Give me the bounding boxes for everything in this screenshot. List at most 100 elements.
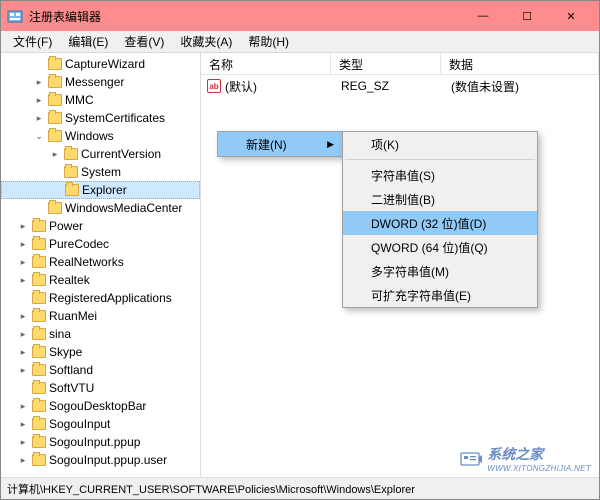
context-menu-primary: 新建(N) ▶ bbox=[217, 131, 343, 157]
list-header: 名称 类型 数据 bbox=[201, 53, 599, 75]
tree-label: SogouInput.ppup.user bbox=[49, 453, 167, 467]
ctx-new-string[interactable]: 字符串值(S) bbox=[343, 163, 537, 187]
ctx-new-qword[interactable]: QWORD (64 位)值(Q) bbox=[343, 235, 537, 259]
tree-item[interactable]: ▸ SogouInput.ppup bbox=[1, 433, 200, 451]
expand-icon[interactable]: ▸ bbox=[17, 365, 29, 376]
tree-item[interactable]: ▸ Skype bbox=[1, 343, 200, 361]
ctx-new-dword[interactable]: DWORD (32 位)值(D) bbox=[343, 211, 537, 235]
minimize-button[interactable]: — bbox=[461, 1, 505, 31]
folder-icon bbox=[32, 400, 46, 412]
expand-icon[interactable]: ▸ bbox=[17, 347, 29, 358]
tree-item[interactable]: System bbox=[1, 163, 200, 181]
tree-item[interactable]: ▸sina bbox=[1, 325, 200, 343]
expand-icon[interactable]: ▸ bbox=[17, 275, 29, 286]
folder-icon bbox=[64, 166, 78, 178]
expand-icon[interactable]: ▸ bbox=[33, 113, 45, 124]
tree-label: Power bbox=[49, 219, 83, 233]
folder-icon bbox=[32, 418, 46, 430]
tree-item[interactable]: WindowsMediaCenter bbox=[1, 199, 200, 217]
folder-icon bbox=[32, 238, 46, 250]
expand-icon[interactable]: ▸ bbox=[33, 77, 45, 88]
folder-icon bbox=[32, 346, 46, 358]
folder-icon bbox=[32, 220, 46, 232]
registry-editor-window: 注册表编辑器 — ☐ ✕ 文件(F) 编辑(E) 查看(V) 收藏夹(A) 帮助… bbox=[0, 0, 600, 500]
expand-icon[interactable]: ▸ bbox=[17, 257, 29, 268]
ctx-new[interactable]: 新建(N) ▶ bbox=[218, 132, 342, 156]
folder-icon bbox=[64, 148, 78, 160]
folder-icon bbox=[32, 364, 46, 376]
tree-label: SogouDesktopBar bbox=[49, 399, 146, 413]
menu-edit[interactable]: 编辑(E) bbox=[60, 31, 116, 52]
expand-icon[interactable]: ▸ bbox=[17, 401, 29, 412]
folder-icon bbox=[32, 328, 46, 340]
expand-icon[interactable]: ▸ bbox=[17, 221, 29, 232]
app-icon bbox=[7, 8, 23, 24]
tree-item[interactable]: RegisteredApplications bbox=[1, 289, 200, 307]
expand-icon[interactable]: ▸ bbox=[17, 455, 29, 466]
tree-label: Skype bbox=[49, 345, 82, 359]
status-path: 计算机\HKEY_CURRENT_USER\SOFTWARE\Policies\… bbox=[7, 481, 415, 497]
tree-item[interactable]: ▸ Realtek bbox=[1, 271, 200, 289]
menu-favorites[interactable]: 收藏夹(A) bbox=[172, 31, 240, 52]
ctx-new-label: 新建(N) bbox=[246, 136, 287, 153]
tree-item[interactable]: Explorer bbox=[1, 181, 200, 199]
expand-icon[interactable]: ▸ bbox=[17, 239, 29, 250]
expand-icon[interactable]: ▸ bbox=[33, 95, 45, 106]
expand-icon[interactable]: ▸ bbox=[49, 149, 61, 160]
tree-label: SogouInput bbox=[49, 417, 110, 431]
tree-label: PureCodec bbox=[49, 237, 109, 251]
tree-item[interactable]: ▸ Softland bbox=[1, 361, 200, 379]
tree-label: RegisteredApplications bbox=[49, 291, 172, 305]
tree-item[interactable]: ▸ Power bbox=[1, 217, 200, 235]
folder-icon bbox=[65, 184, 79, 196]
tree-panel[interactable]: CaptureWizard ▸Messenger▸MMC▸SystemCertif… bbox=[1, 53, 201, 477]
tree-label: Explorer bbox=[82, 183, 127, 197]
tree-item[interactable]: ▸ PureCodec bbox=[1, 235, 200, 253]
folder-icon bbox=[32, 454, 46, 466]
tree-item[interactable]: ▸CurrentVersion bbox=[1, 145, 200, 163]
tree-label: RealNetworks bbox=[49, 255, 124, 269]
tree-item[interactable]: ▸ SogouInput.ppup.user bbox=[1, 451, 200, 469]
statusbar: 计算机\HKEY_CURRENT_USER\SOFTWARE\Policies\… bbox=[1, 477, 599, 499]
tree-label: SogouInput.ppup bbox=[49, 435, 140, 449]
column-type[interactable]: 类型 bbox=[331, 53, 441, 74]
tree-item[interactable]: ▸ SogouDesktopBar bbox=[1, 397, 200, 415]
menu-view[interactable]: 查看(V) bbox=[116, 31, 172, 52]
tree-item[interactable]: SoftVTU bbox=[1, 379, 200, 397]
tree-label: Softland bbox=[49, 363, 93, 377]
ctx-new-binary[interactable]: 二进制值(B) bbox=[343, 187, 537, 211]
folder-icon bbox=[48, 58, 62, 70]
list-row[interactable]: ab (默认) REG_SZ (数值未设置) bbox=[203, 77, 597, 95]
folder-icon bbox=[32, 436, 46, 448]
tree-label: CaptureWizard bbox=[65, 57, 145, 71]
tree-item[interactable]: ▸SystemCertificates bbox=[1, 109, 200, 127]
close-button[interactable]: ✕ bbox=[549, 1, 593, 31]
tree-item[interactable]: ▸ SogouInput bbox=[1, 415, 200, 433]
maximize-button[interactable]: ☐ bbox=[505, 1, 549, 31]
ctx-new-key[interactable]: 项(K) bbox=[343, 132, 537, 156]
tree-item[interactable]: ⌄Windows bbox=[1, 127, 200, 145]
expand-icon[interactable]: ▸ bbox=[17, 437, 29, 448]
tree-label: Realtek bbox=[49, 273, 90, 287]
tree-item[interactable]: CaptureWizard bbox=[1, 55, 200, 73]
submenu-arrow-icon: ▶ bbox=[327, 139, 334, 150]
tree-item[interactable]: ▸Messenger bbox=[1, 73, 200, 91]
column-data[interactable]: 数据 bbox=[441, 53, 599, 74]
tree-item[interactable]: ▸MMC bbox=[1, 91, 200, 109]
cell-type: REG_SZ bbox=[333, 79, 443, 93]
tree-label: SoftVTU bbox=[49, 381, 94, 395]
expand-icon[interactable]: ▸ bbox=[17, 311, 29, 322]
tree-item[interactable]: ▸RuanMei bbox=[1, 307, 200, 325]
collapse-icon[interactable]: ⌄ bbox=[33, 131, 45, 142]
column-name[interactable]: 名称 bbox=[201, 53, 331, 74]
folder-icon bbox=[48, 76, 62, 88]
expand-icon[interactable]: ▸ bbox=[17, 329, 29, 340]
ctx-new-multi[interactable]: 多字符串值(M) bbox=[343, 259, 537, 283]
ctx-new-expand[interactable]: 可扩充字符串值(E) bbox=[343, 283, 537, 307]
expand-icon[interactable]: ▸ bbox=[17, 419, 29, 430]
tree-item[interactable]: ▸ RealNetworks bbox=[1, 253, 200, 271]
cell-name: ab (默认) bbox=[203, 78, 333, 95]
menu-file[interactable]: 文件(F) bbox=[5, 31, 60, 52]
menu-help[interactable]: 帮助(H) bbox=[240, 31, 297, 52]
folder-icon bbox=[48, 112, 62, 124]
